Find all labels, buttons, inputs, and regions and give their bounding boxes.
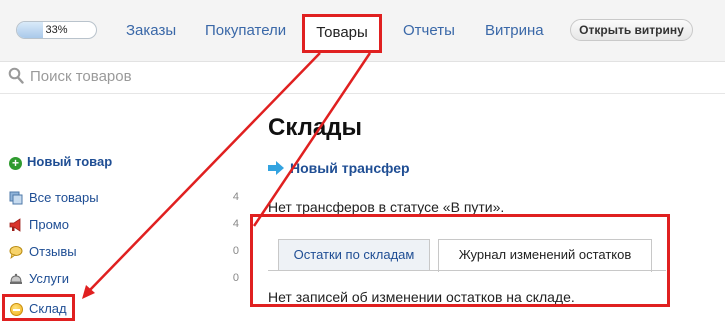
warehouse-icon <box>10 303 23 316</box>
sidebar-item-label: Все товары <box>29 190 99 205</box>
plus-icon: + <box>9 157 22 170</box>
review-icon <box>9 246 23 259</box>
search-icon <box>8 67 24 84</box>
service-bell-icon <box>10 273 22 284</box>
sidebar-item-services[interactable]: Услуги 0 <box>9 270 241 288</box>
nav-customers[interactable]: Покупатели <box>205 22 286 39</box>
sidebar-item-promo[interactable]: Промо 4 <box>9 216 241 234</box>
search-input[interactable] <box>30 65 430 87</box>
sidebar-item-label: Склад <box>29 301 67 316</box>
nav-storefront[interactable]: Витрина <box>485 22 544 39</box>
sidebar-item-count: 4 <box>232 191 239 203</box>
new-product-link[interactable]: + Новый товар <box>9 154 112 172</box>
setup-progress-bar: 33% <box>16 21 97 39</box>
sidebar-item-warehouse[interactable]: Склад <box>2 294 75 321</box>
sidebar-item-reviews[interactable]: Отзывы 0 <box>9 243 241 261</box>
new-transfer-label: Новый трансфер <box>290 160 410 176</box>
search-bar <box>0 62 725 94</box>
megaphone-icon <box>9 218 21 232</box>
sidebar-item-count: 4 <box>232 218 239 230</box>
nav-reports[interactable]: Отчеты <box>403 22 455 39</box>
page-title: Склады <box>268 114 362 141</box>
sidebar-item-count: 0 <box>232 272 239 284</box>
tabs-highlight-box <box>250 214 670 307</box>
sidebar-item-label: Услуги <box>29 271 69 286</box>
arrow-right-icon <box>268 161 284 175</box>
transit-status-text: Нет трансферов в статусе «В пути». <box>268 199 505 215</box>
sidebar-item-all-products[interactable]: Все товары 4 <box>9 189 241 207</box>
stack-icon <box>9 191 23 205</box>
nav-products-active[interactable]: Товары <box>302 14 382 53</box>
sidebar-item-label: Промо <box>29 217 69 232</box>
new-transfer-link[interactable]: Новый трансфер <box>268 160 410 176</box>
top-navigation: 33% Заказы Покупатели Товары Отчеты Витр… <box>0 0 725 62</box>
sidebar-item-label: Отзывы <box>29 244 77 259</box>
sidebar-item-count: 0 <box>232 245 239 257</box>
new-product-label: Новый товар <box>27 154 113 169</box>
nav-products-label: Товары <box>316 24 368 41</box>
nav-orders[interactable]: Заказы <box>126 22 176 39</box>
progress-label: 33% <box>45 24 68 36</box>
open-storefront-button[interactable]: Открыть витрину <box>570 19 693 41</box>
